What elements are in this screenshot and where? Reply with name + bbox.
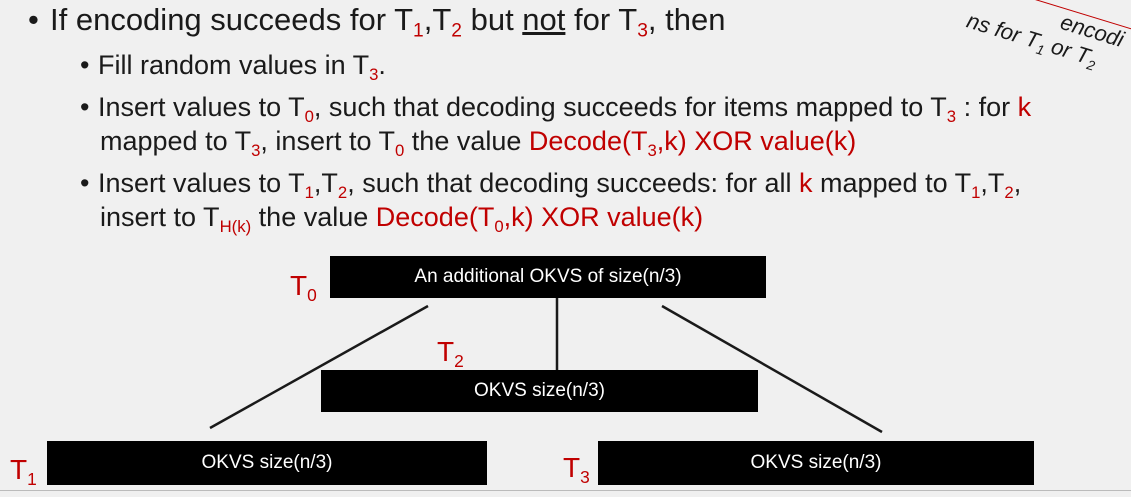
box-t2-okvs: OKVS size(n/3): [321, 370, 758, 412]
diagram-connectors: [209, 298, 883, 434]
label-t3: T3: [563, 452, 590, 488]
label-t1: T1: [10, 454, 37, 490]
label-t2: T2: [437, 336, 464, 372]
box-t3-okvs: OKVS size(n/3): [598, 441, 1034, 485]
connector-t0-t3: [661, 304, 883, 434]
box-t0-okvs: An additional OKVS of size(n/3): [330, 256, 766, 298]
bottom-divider: [0, 490, 1131, 491]
box-t1-okvs: OKVS size(n/3): [47, 441, 487, 485]
label-t0: T0: [290, 270, 317, 306]
